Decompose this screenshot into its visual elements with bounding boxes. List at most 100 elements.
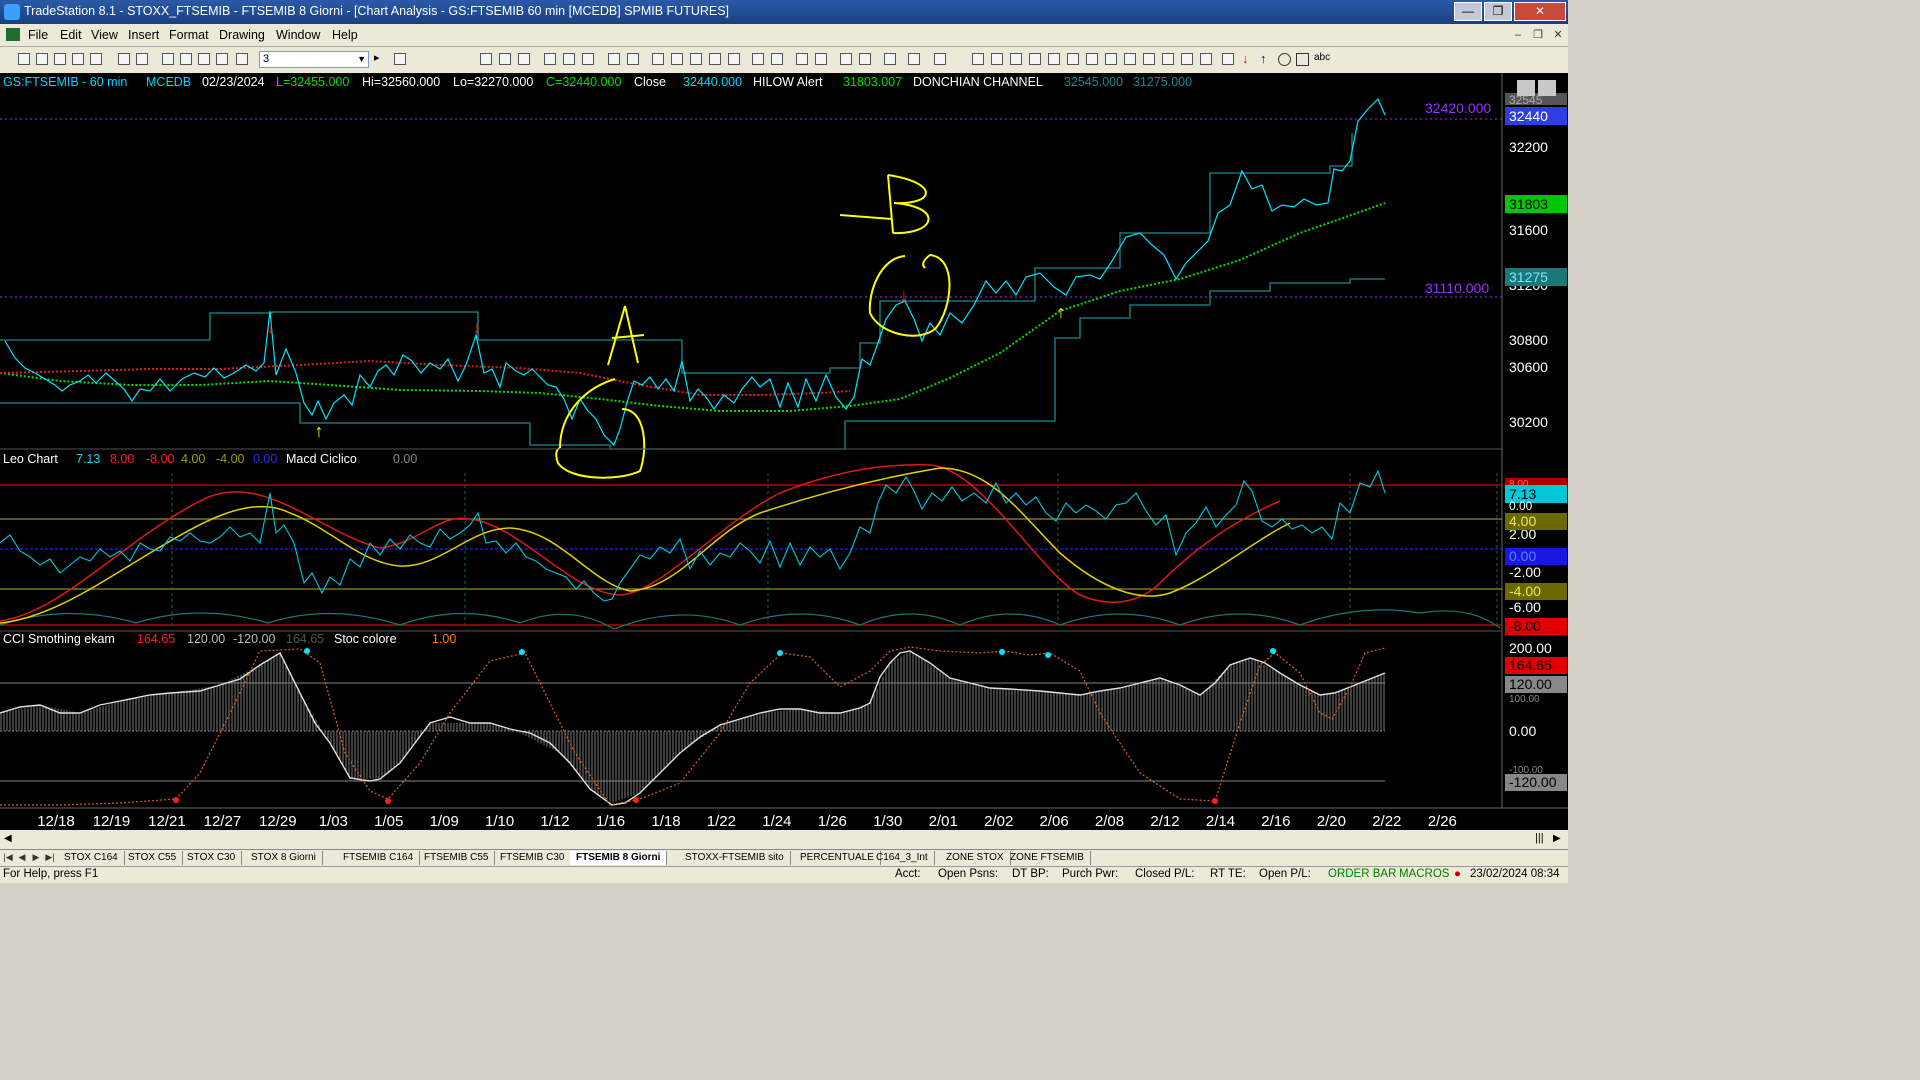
print-icon[interactable] xyxy=(118,53,130,65)
price-pane: GS:FTSEMIB - 60 min MCEDB 02/23/2024 L=3… xyxy=(0,75,1567,479)
tab-prev-icon[interactable]: ◀ xyxy=(16,851,28,864)
menu-file[interactable]: File xyxy=(28,28,48,42)
menu-drawing[interactable]: Drawing xyxy=(219,28,265,42)
sheet-tab[interactable]: PERCENTUALE xyxy=(794,851,881,865)
menu-window[interactable]: Window xyxy=(276,28,320,42)
sheet-tab[interactable]: FTSEMIB C30 xyxy=(494,851,572,865)
lock-icon[interactable] xyxy=(198,53,210,65)
horizontal-line-icon[interactable] xyxy=(1010,53,1022,65)
tab-next-icon[interactable]: ▶ xyxy=(30,851,42,864)
fib-icon[interactable] xyxy=(1029,53,1041,65)
grid2-icon[interactable] xyxy=(499,53,511,65)
window-icon[interactable] xyxy=(162,53,174,65)
maximize-button[interactable]: ❐ xyxy=(1484,2,1512,21)
interval-combo[interactable]: 3 ▼ xyxy=(259,51,369,68)
scroll-right-icon[interactable] xyxy=(771,53,783,65)
open-workspace-icon[interactable] xyxy=(90,53,102,65)
chart-style2-icon[interactable] xyxy=(563,53,575,65)
text-icon[interactable] xyxy=(934,53,946,65)
tab-last-icon[interactable]: ▶| xyxy=(44,851,56,864)
sheet-tab[interactable]: FTSEMIB 8 Giorni xyxy=(570,851,668,865)
zoom-in-icon[interactable] xyxy=(796,53,808,65)
sheet-tab[interactable]: FTSEMIB C164 xyxy=(337,851,421,865)
table-icon[interactable] xyxy=(518,53,530,65)
menu-format[interactable]: Format xyxy=(169,28,209,42)
tab-first-icon[interactable]: |◀ xyxy=(2,851,14,864)
sheet-tab[interactable]: ZONE STOX xyxy=(940,851,1011,865)
chart-svg[interactable]: GS:FTSEMIB - 60 min MCEDB 02/23/2024 L=3… xyxy=(0,73,1568,830)
sheet-tab[interactable]: C164_3_Int xyxy=(870,851,935,865)
panel-minimize-button[interactable] xyxy=(1517,80,1535,96)
scroll-left-arrow-icon[interactable]: ◀ xyxy=(4,833,12,844)
arrow-up-icon[interactable]: ↑ xyxy=(1260,51,1267,66)
gann-icon[interactable] xyxy=(1105,53,1117,65)
menu-insert[interactable]: Insert xyxy=(128,28,159,42)
pitchfork-icon[interactable] xyxy=(1067,53,1079,65)
arc-icon[interactable] xyxy=(1048,53,1060,65)
sheet-tab[interactable]: STOX C55 xyxy=(122,851,184,865)
sheet-tab[interactable]: STOX C30 xyxy=(181,851,243,865)
window2-icon[interactable] xyxy=(180,53,192,65)
menu-view[interactable]: View xyxy=(91,28,118,42)
panel-restore-button[interactable] xyxy=(1538,80,1556,96)
status-macros[interactable]: MACROS xyxy=(1399,868,1449,880)
open-icon[interactable] xyxy=(36,53,48,65)
chart-icon[interactable] xyxy=(216,53,228,65)
window-cascade-icon[interactable] xyxy=(627,53,639,65)
chart-area[interactable]: GS:FTSEMIB - 60 min MCEDB 02/23/2024 L=3… xyxy=(0,73,1568,830)
ellipse-icon[interactable] xyxy=(1278,53,1291,66)
data-tip-icon[interactable] xyxy=(859,53,871,65)
new-icon[interactable] xyxy=(18,53,30,65)
horizontal-scrollbar[interactable]: ◀ ||| ▶ xyxy=(0,830,1568,849)
settings-icon[interactable] xyxy=(908,53,920,65)
refresh-icon[interactable] xyxy=(582,53,594,65)
scroll-handle-icon[interactable]: ||| xyxy=(1535,832,1544,844)
arrow-down-icon[interactable]: ↓ xyxy=(1242,51,1249,66)
bar2-icon[interactable] xyxy=(709,53,721,65)
mdi-minimize-icon[interactable]: – xyxy=(1510,28,1526,42)
grid-icon[interactable] xyxy=(480,53,492,65)
sheet-tab[interactable]: STOXX-FTSEMIB sito xyxy=(679,851,791,865)
chart-style-icon[interactable] xyxy=(544,53,556,65)
zoom-out-icon[interactable] xyxy=(815,53,827,65)
play-icon[interactable]: ▸ xyxy=(374,51,380,64)
sheet-tab[interactable]: ZONE FTSEMIB xyxy=(1004,851,1091,865)
new-workspace-icon[interactable] xyxy=(72,53,84,65)
text-tool-icon[interactable]: abc xyxy=(1314,52,1330,63)
vertical-line-icon[interactable] xyxy=(991,53,1003,65)
channel-icon[interactable] xyxy=(1086,53,1098,65)
save-all-icon[interactable] xyxy=(54,53,66,65)
pencil-icon[interactable] xyxy=(1200,53,1212,65)
scroll-left-icon[interactable] xyxy=(752,53,764,65)
curve-icon[interactable] xyxy=(1222,53,1234,65)
sheet-tab[interactable]: STOX C164 xyxy=(58,851,125,865)
bar-icon[interactable] xyxy=(690,53,702,65)
mdi-close-icon[interactable]: ✕ xyxy=(1550,28,1566,42)
cycle-icon[interactable] xyxy=(1181,53,1193,65)
menu-help[interactable]: Help xyxy=(332,28,358,42)
close-button[interactable]: ✕ xyxy=(1514,2,1566,21)
regression-icon[interactable] xyxy=(1124,53,1136,65)
find-icon[interactable] xyxy=(394,53,406,65)
indicator-icon[interactable] xyxy=(652,53,664,65)
menu-edit[interactable]: Edit xyxy=(60,28,82,42)
status-order-bar[interactable]: ORDER BAR xyxy=(1328,868,1396,880)
trendline-icon[interactable] xyxy=(972,53,984,65)
sheet-tab[interactable]: FTSEMIB C55 xyxy=(418,851,496,865)
mdi-restore-icon[interactable]: ❐ xyxy=(1530,28,1546,42)
window-tile-icon[interactable] xyxy=(608,53,620,65)
parallel-icon[interactable] xyxy=(1162,53,1174,65)
document-icon[interactable] xyxy=(6,28,20,41)
pointer-icon[interactable] xyxy=(840,53,852,65)
print-preview-icon[interactable] xyxy=(136,53,148,65)
scroll-right-arrow-icon[interactable]: ▶ xyxy=(1553,833,1561,844)
rectangle-icon[interactable] xyxy=(1296,53,1309,66)
globe-icon[interactable] xyxy=(236,53,248,65)
minimize-button[interactable]: — xyxy=(1454,2,1482,21)
strategy-icon[interactable] xyxy=(671,53,683,65)
bar3-icon[interactable] xyxy=(728,53,740,65)
arrow-icon[interactable] xyxy=(1143,53,1155,65)
tools-icon[interactable] xyxy=(884,53,896,65)
sheet-tab[interactable]: STOX 8 Giorni xyxy=(245,851,323,865)
leo-v2: 8.00 xyxy=(110,452,134,466)
